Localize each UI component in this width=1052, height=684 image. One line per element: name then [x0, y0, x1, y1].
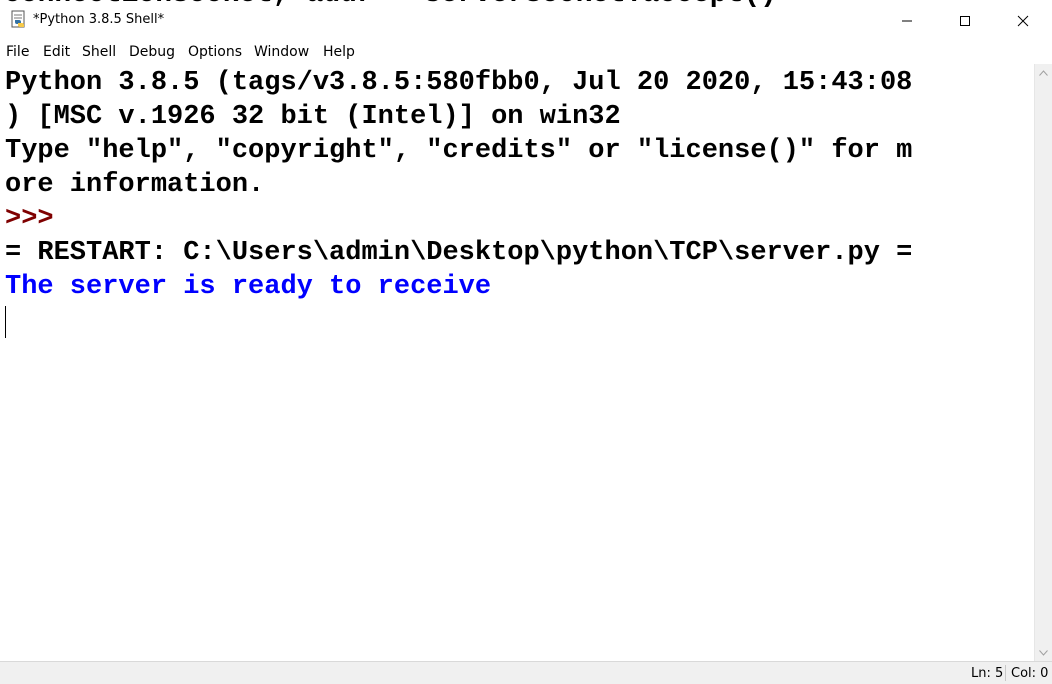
- close-icon: [1017, 12, 1029, 31]
- status-divider: [1005, 665, 1006, 681]
- status-bar: Ln: 5 Col: 0: [0, 661, 1052, 684]
- text-cursor: [5, 306, 6, 338]
- menu-bar: File Edit Shell Debug Options Window Hel…: [0, 42, 1052, 64]
- scroll-up-arrow-icon[interactable]: [1035, 64, 1052, 81]
- background-window-text: connectionSocket, addr = serverSocket.ac…: [4, 0, 777, 10]
- idle-shell-window: connectionSocket, addr = serverSocket.ac…: [0, 0, 1052, 684]
- vertical-scrollbar[interactable]: [1034, 64, 1052, 661]
- menu-options[interactable]: Options: [188, 44, 242, 60]
- idle-python-icon: [9, 10, 29, 30]
- banner-line: ore information.: [5, 170, 265, 200]
- menu-debug[interactable]: Debug: [129, 44, 175, 60]
- banner-line: ) [MSC v.1926 32 bit (Intel)] on win32: [5, 102, 621, 132]
- program-output-line: The server is ready to receive: [5, 272, 492, 302]
- minimize-button[interactable]: [878, 0, 936, 42]
- title-bar[interactable]: connectionSocket, addr = serverSocket.ac…: [0, 0, 1052, 42]
- menu-window[interactable]: Window: [254, 44, 309, 60]
- menu-edit[interactable]: Edit: [43, 44, 70, 60]
- status-line-number: Ln: 5: [971, 666, 1004, 681]
- menu-shell[interactable]: Shell: [82, 44, 116, 60]
- maximize-button[interactable]: [936, 0, 994, 42]
- banner-line: Type "help", "copyright", "credits" or "…: [5, 136, 913, 166]
- close-button[interactable]: [994, 0, 1052, 42]
- status-column-number: Col: 0: [1011, 666, 1049, 681]
- shell-prompt: >>>: [5, 204, 54, 234]
- shell-text-area[interactable]: Python 3.8.5 (tags/v3.8.5:580fbb0, Jul 2…: [0, 64, 1034, 661]
- minimize-icon: [901, 12, 913, 31]
- window-title: *Python 3.8.5 Shell*: [33, 12, 165, 27]
- banner-line: Python 3.8.5 (tags/v3.8.5:580fbb0, Jul 2…: [5, 68, 913, 98]
- maximize-icon: [959, 12, 971, 31]
- restart-line: = RESTART: C:\Users\admin\Desktop\python…: [5, 238, 913, 268]
- menu-help[interactable]: Help: [323, 44, 355, 60]
- scroll-down-arrow-icon[interactable]: [1035, 644, 1052, 661]
- menu-file[interactable]: File: [6, 44, 29, 60]
